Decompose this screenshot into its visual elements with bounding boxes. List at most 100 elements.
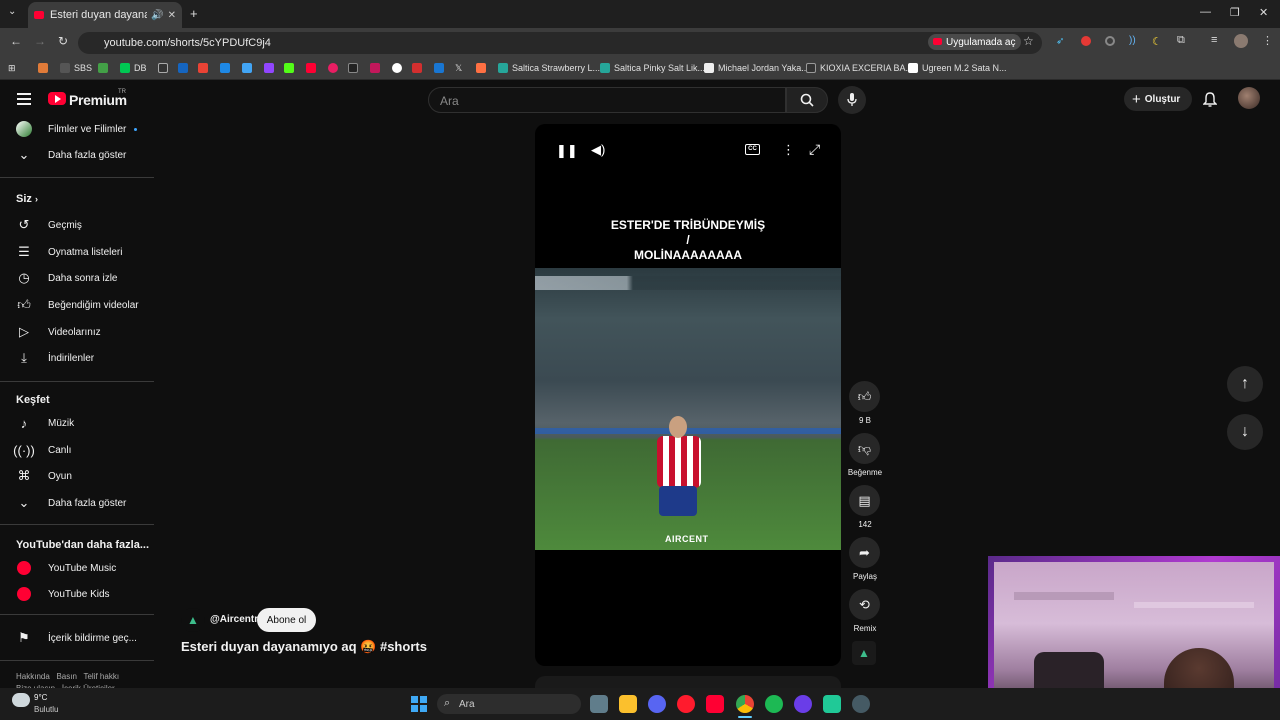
sidebar-item-your-videos[interactable]: ▷ Videolarınız xyxy=(16,322,101,342)
sidebar-item-channel[interactable]: Filmler ve Filimler xyxy=(16,119,138,139)
extension-icon[interactable]: ➶ xyxy=(1056,36,1064,47)
bookmark-icon[interactable] xyxy=(38,61,52,75)
bookmark-star-icon[interactable]: ☆ xyxy=(1023,34,1034,48)
account-avatar[interactable] xyxy=(1238,87,1260,109)
opera-icon[interactable] xyxy=(677,695,695,713)
app-icon[interactable] xyxy=(823,695,841,713)
like-button[interactable]: 👍︎ xyxy=(849,381,880,412)
bookmark-icon[interactable] xyxy=(158,61,172,75)
bookmark-icon[interactable] xyxy=(242,61,256,75)
bookmark-icon[interactable] xyxy=(476,61,490,75)
open-in-app-button[interactable]: Uygulamada aç xyxy=(928,34,1022,50)
tab-search-icon[interactable]: ⌄ xyxy=(8,6,16,17)
more-options-icon[interactable]: ⋮ xyxy=(782,142,795,158)
bookmark-saltica-pinky[interactable]: Saltica Pinky Salt Lik... xyxy=(600,61,705,75)
sidebar-item-liked-videos[interactable]: 👍︎ Beğendiğim videolar xyxy=(16,295,138,315)
sidebar-item-report-history[interactable]: ⚑ İçerik bildirme geç... xyxy=(16,628,137,648)
bookmark-sbs[interactable]: SBS xyxy=(60,61,92,75)
youtube-bookmark-icon[interactable] xyxy=(306,61,320,75)
app-icon[interactable] xyxy=(794,695,812,713)
kick-bookmark-icon[interactable] xyxy=(284,61,298,75)
bookmark-icon[interactable] xyxy=(392,61,406,75)
bookmark-icon[interactable] xyxy=(328,61,342,75)
windows-start-icon[interactable] xyxy=(411,696,427,712)
next-short-button[interactable]: ↓ xyxy=(1227,414,1263,450)
task-view-icon[interactable] xyxy=(590,695,608,713)
footer-link-about[interactable]: Hakkında xyxy=(16,672,50,681)
channel-name[interactable]: @Aircentr xyxy=(210,614,258,625)
subscribe-button[interactable]: Abone ol xyxy=(257,608,316,632)
search-button[interactable] xyxy=(786,87,828,113)
discord-icon[interactable] xyxy=(648,695,666,713)
next-short-preview[interactable] xyxy=(535,676,841,688)
bookmark-michael-jordan[interactable]: Michael Jordan Yaka... xyxy=(704,61,809,75)
bookmark-icon[interactable] xyxy=(98,61,112,75)
sidebar-explore-show-more[interactable]: ⌄ Daha fazla göster xyxy=(16,493,127,513)
dislike-button[interactable]: 👎︎ xyxy=(849,433,880,464)
moon-extension-icon[interactable]: ☾ xyxy=(1152,35,1162,48)
sidebar-item-gaming[interactable]: ⌘ Oyun xyxy=(16,466,72,486)
youtube-app-icon[interactable] xyxy=(706,695,724,713)
extensions-puzzle-icon[interactable]: ⧉ xyxy=(1177,34,1185,47)
search-input[interactable]: Ara xyxy=(428,87,786,113)
captions-icon[interactable]: CC xyxy=(745,144,760,155)
sidebar-item-youtube-music[interactable]: YouTube Music xyxy=(16,558,116,578)
extension-icon[interactable]: )) xyxy=(1129,35,1136,46)
sound-source-icon[interactable]: ▲ xyxy=(852,641,876,665)
footer-link-press[interactable]: Basın xyxy=(56,672,76,681)
sidebar-item-history[interactable]: ↺ Geçmiş xyxy=(16,215,82,235)
bookmark-saltica-strawberry[interactable]: Saltica Strawberry L... xyxy=(498,61,600,75)
bookmark-ugreen[interactable]: Ugreen M.2 Sata N... xyxy=(908,61,1007,75)
sidebar-item-music[interactable]: ♪ Müzik xyxy=(16,413,74,433)
forward-icon[interactable]: → xyxy=(34,34,46,48)
remix-button[interactable]: ⟲ xyxy=(849,589,880,620)
sidebar-item-live[interactable]: ((·)) Canlı xyxy=(13,440,71,460)
share-button[interactable]: ➦ xyxy=(849,537,880,568)
bookmark-icon[interactable] xyxy=(412,61,426,75)
voice-search-button[interactable] xyxy=(838,86,866,114)
fullscreen-icon[interactable]: ⤢ xyxy=(809,141,820,158)
taskbar-search[interactable]: ⌕ Ara xyxy=(437,694,581,714)
video-title[interactable]: Esteri duyan dayanamıyo aq 🤬 #shorts xyxy=(181,639,427,655)
minimize-icon[interactable]: — xyxy=(1200,6,1211,18)
cloud-weather-icon[interactable] xyxy=(12,693,30,707)
reading-list-icon[interactable]: ≡ xyxy=(1211,34,1217,46)
footer-link-copyright[interactable]: Telif hakkı xyxy=(83,672,119,681)
sidebar-item-downloads[interactable]: ⤓ İndirilenler xyxy=(16,348,94,368)
channel-avatar[interactable]: ▲ xyxy=(181,608,205,632)
comments-button[interactable]: ▤ xyxy=(849,485,880,516)
create-button[interactable]: + Oluştur xyxy=(1124,87,1192,111)
gmail-bookmark-icon[interactable] xyxy=(198,61,212,75)
sidebar-item-youtube-kids[interactable]: YouTube Kids xyxy=(16,584,110,604)
bookmark-kioxia[interactable]: KIOXIA EXCERIA BA... xyxy=(806,61,913,75)
menu-icon[interactable] xyxy=(17,93,31,105)
extension-icon[interactable] xyxy=(1105,36,1115,46)
omnibox[interactable]: youtube.com/shorts/5cYPDUfC9j4 xyxy=(78,32,1042,54)
back-icon[interactable]: ← xyxy=(10,34,22,48)
sidebar-item-playlists[interactable]: ☰ Oynatma listeleri xyxy=(16,242,122,262)
profile-icon[interactable] xyxy=(1234,34,1248,48)
twitch-bookmark-icon[interactable] xyxy=(264,61,278,75)
extension-icon[interactable] xyxy=(1081,36,1091,46)
notifications-bell-icon[interactable] xyxy=(1203,91,1217,107)
apps-grid-icon[interactable]: ⊞ xyxy=(8,61,16,75)
restore-icon[interactable]: ❐ xyxy=(1230,6,1240,19)
previous-short-button[interactable]: ↑ xyxy=(1227,366,1263,402)
bookmark-db[interactable]: DB xyxy=(120,61,147,75)
bookmark-icon[interactable] xyxy=(178,61,192,75)
browser-tab[interactable]: Esteri duyan dayanamıyo a 🔊 ✕ xyxy=(28,2,182,28)
volume-icon[interactable]: ◀) xyxy=(591,142,605,158)
bookmark-icon[interactable] xyxy=(370,61,384,75)
speaker-icon[interactable]: 🔊 xyxy=(151,10,163,21)
chrome-icon[interactable] xyxy=(736,695,754,713)
sidebar-item-watch-later[interactable]: ◷ Daha sonra izle xyxy=(16,268,117,288)
you-section-heading[interactable]: Siz › xyxy=(16,193,38,205)
bookmark-icon[interactable] xyxy=(434,61,448,75)
close-window-icon[interactable]: ✕ xyxy=(1259,6,1268,19)
steam-icon[interactable] xyxy=(852,695,870,713)
youtube-logo-icon[interactable] xyxy=(48,92,66,105)
bookmark-icon[interactable] xyxy=(220,61,234,75)
sidebar-show-more[interactable]: ⌄ Daha fazla göster xyxy=(16,145,127,165)
bookmark-icon[interactable] xyxy=(348,61,362,75)
spotify-icon[interactable] xyxy=(765,695,783,713)
